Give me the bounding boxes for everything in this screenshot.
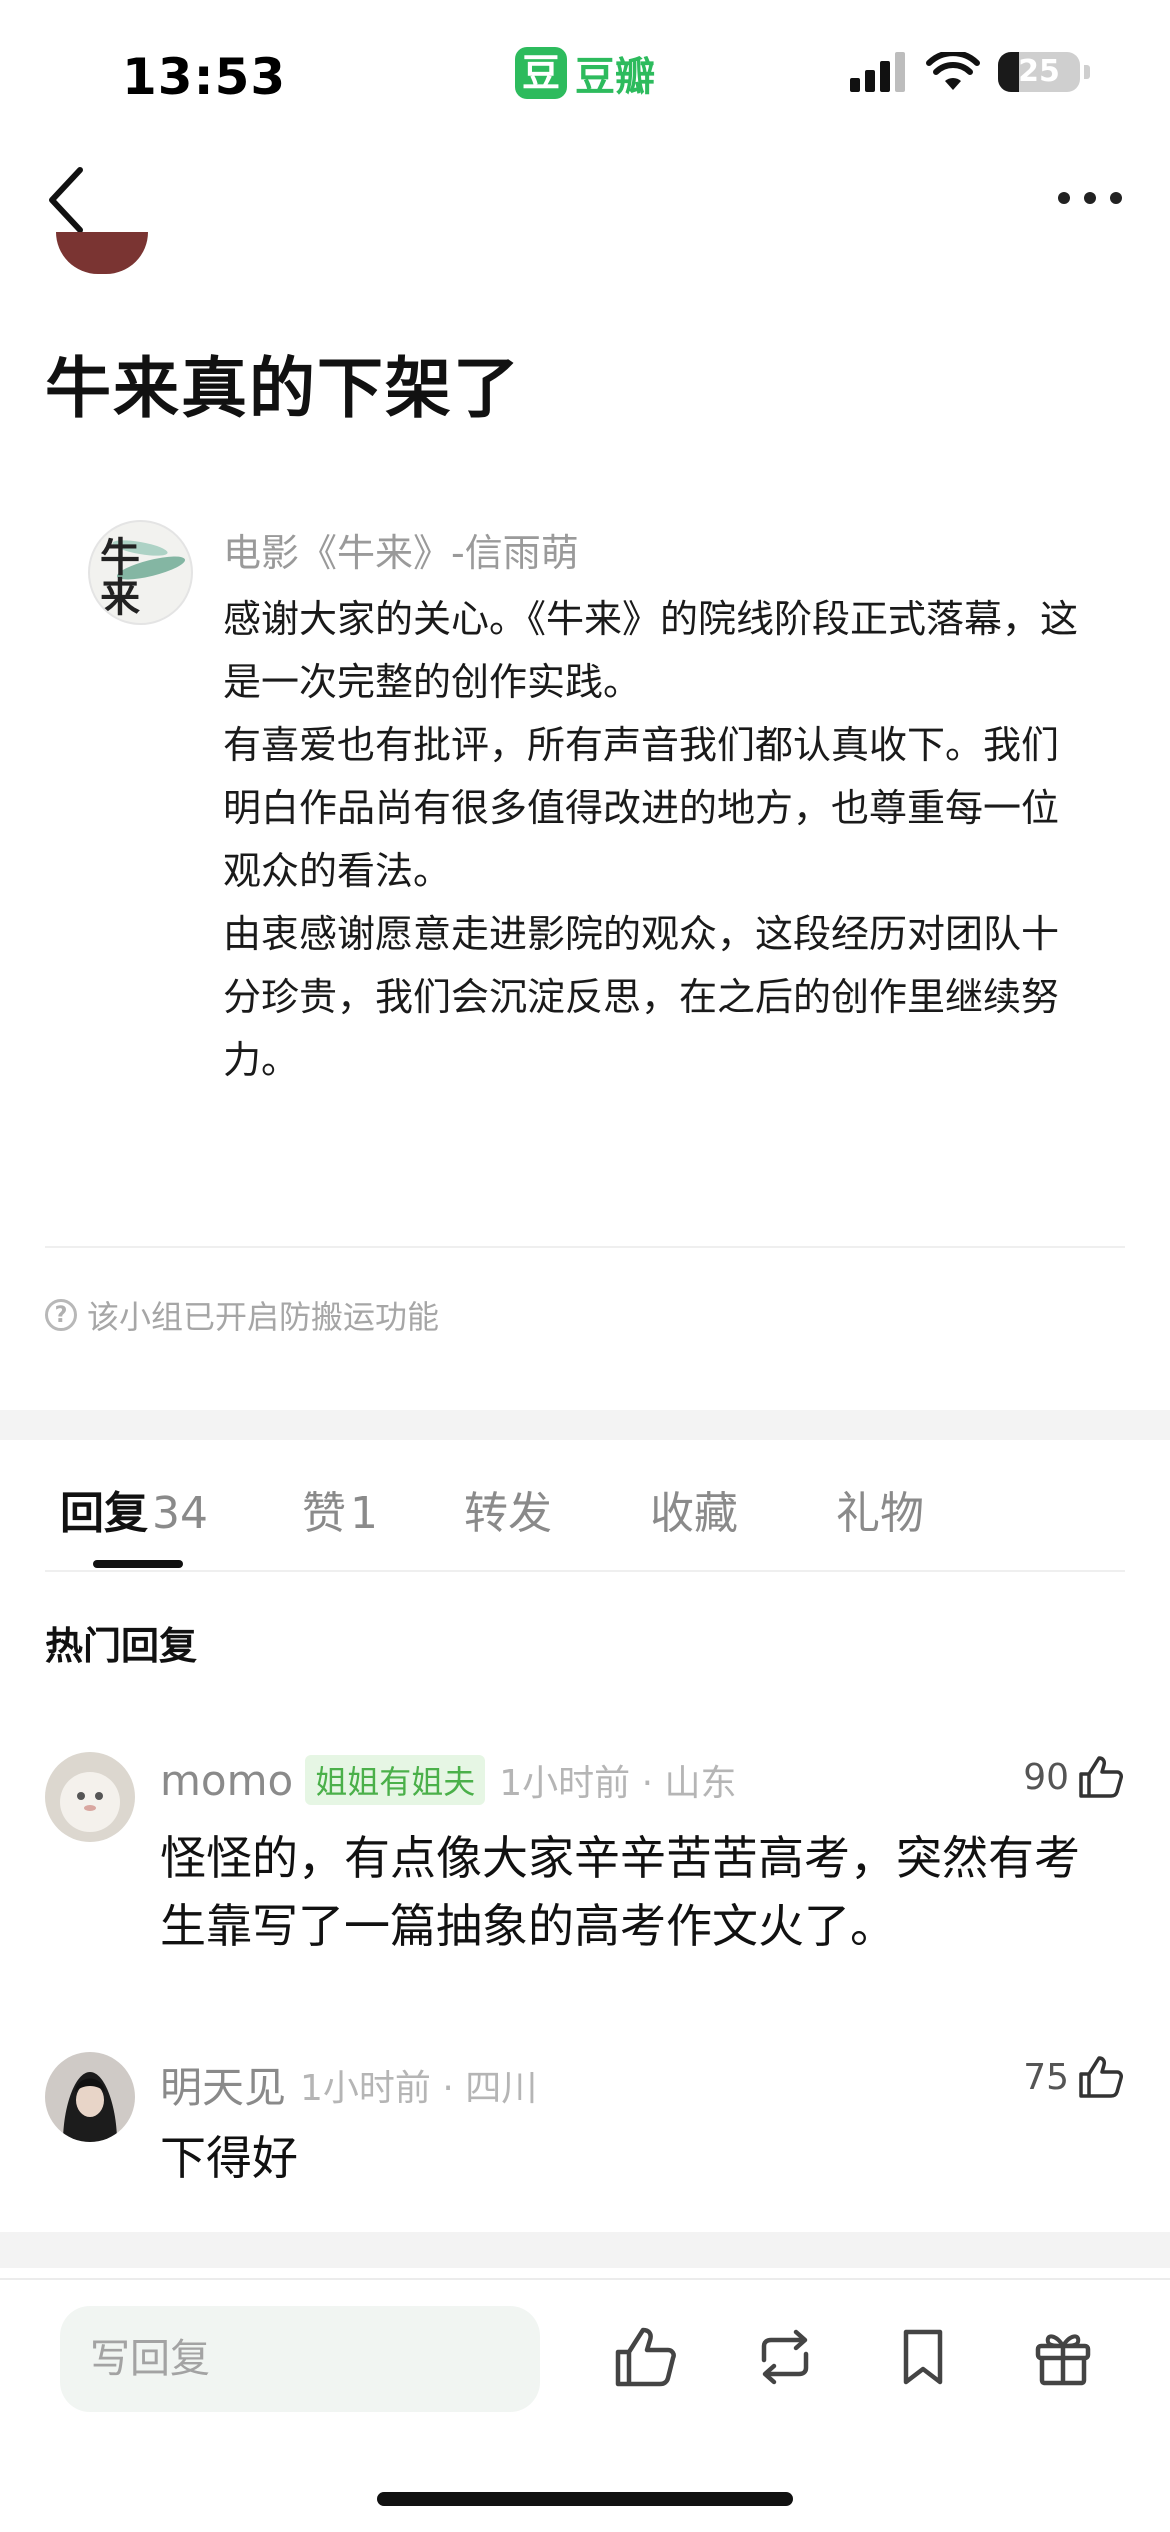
wifi-icon [926,52,980,90]
cellular-signal-icon [850,52,905,92]
quote-paragraph: 感谢大家的关心。《牛来》的院线阶段正式落幕，这是一次完整的创作实践。 [223,597,1079,704]
commenter-avatar[interactable] [45,1752,135,1842]
section-divider [0,1410,1170,1440]
divider [45,1570,1125,1572]
comment-meta: 1小时前 · 山东 [499,1763,737,1804]
comment-item: momo 姐姐有姐夫 1小时前 · 山东 90 怪怪的，有点像大家辛辛苦苦高考，… [45,1752,1125,1962]
avatar-image [45,1752,135,1842]
thumbs-up-icon [1079,1756,1123,1798]
quote-avatar[interactable]: 牛来 [88,520,193,625]
thumbs-up-icon[interactable] [610,2322,680,2392]
tab-replies[interactable]: 回复34 [60,1477,208,1541]
tab-label: 转发 [464,1488,552,1539]
quote-author-name[interactable]: 电影《牛来》-信雨萌 [223,522,579,577]
tab-likes[interactable]: 赞1 [302,1477,378,1541]
comment-text: 怪怪的，有点像大家辛辛苦苦高考，突然有考生靠写了一篇抽象的高考作文火了。 [160,1831,1080,1953]
notice-text: 该小组已开启防搬运功能 [87,1298,440,1336]
status-app-name: 豆瓣 [575,54,655,100]
commenter-badge: 姐姐有姐夫 [305,1755,486,1805]
tab-reposts[interactable]: 转发 [464,1477,552,1541]
more-dot [1084,192,1096,204]
avatar-image [45,2052,135,2142]
comment-meta: 1小时前 · 四川 [300,2067,538,2109]
tab-label: 回复 [60,1488,148,1539]
battery-cap [1084,65,1090,79]
bookmark-icon[interactable] [888,2322,958,2392]
comment-header: momo 姐姐有姐夫 1小时前 · 山东 [160,1754,736,1806]
tab-active-indicator [93,1560,183,1568]
tab-count: 34 [152,1488,208,1539]
status-app-indicator: 豆 豆瓣 [515,44,655,102]
hot-replies-title: 热门回复 [45,1624,198,1668]
comment-header: 明天见 1小时前 · 四川 [160,2054,537,2115]
divider [45,1246,1125,1248]
battery-level: 25 [1018,54,1060,89]
more-dot [1110,192,1122,204]
battery-icon: 25 [998,52,1080,92]
more-dots-icon [1058,192,1070,204]
status-time: 13:53 [122,48,287,106]
quote-text: 感谢大家的关心。《牛来》的院线阶段正式落幕，这是一次完整的创作实践。 有喜爱也有… [223,588,1088,1092]
author-avatar[interactable] [56,232,148,274]
post-title: 牛来真的下架了 [45,350,521,427]
tab-count: 1 [350,1488,378,1539]
chevron-left-icon [49,167,83,233]
section-divider [0,2232,1170,2268]
tab-collections[interactable]: 收藏 [650,1477,738,1541]
tab-label: 礼物 [836,1488,924,1539]
comment-like-button[interactable]: 75 [1023,2052,1125,2102]
tab-label: 赞 [302,1488,346,1539]
avatar-glyph: 牛来 [100,534,140,621]
tab-label: 收藏 [650,1488,738,1539]
quote-paragraph: 有喜爱也有批评，所有声音我们都认真收下。我们明白作品尚有很多值得改进的地方，也尊… [223,723,1060,893]
gift-icon[interactable] [1028,2322,1098,2392]
reply-input[interactable] [60,2306,540,2412]
reaction-tabs: 回复34 赞1 转发 收藏 礼物 [0,1465,1170,1570]
question-circle-icon: ? [45,1299,77,1331]
commenter-name[interactable]: momo [160,1756,293,1805]
comment-like-button[interactable]: 90 [1023,1752,1125,1802]
anti-repost-notice: ? 该小组已开启防搬运功能 [45,1292,439,1338]
commenter-avatar[interactable] [45,2052,135,2142]
thumbs-up-icon [1079,2056,1123,2098]
repost-icon[interactable] [750,2322,820,2392]
comment-like-count: 90 [1023,1756,1069,1798]
status-icons: 25 [850,52,1090,92]
comment-item: 明天见 1小时前 · 四川 75 下得好 [45,2052,1125,2185]
comment-text: 下得好 [160,2131,298,2185]
comment-like-count: 75 [1023,2056,1069,2098]
more-options-button[interactable] [1050,168,1130,228]
commenter-name[interactable]: 明天见 [160,2054,286,2115]
quote-paragraph: 由衷感谢愿意走进影院的观众，这段经历对团队十分珍贵，我们会沉淀反思，在之后的创作… [223,912,1060,1082]
tab-gifts[interactable]: 礼物 [836,1477,924,1541]
douban-logo-icon: 豆 [515,47,567,99]
home-indicator [377,2492,793,2506]
status-bar: 13:53 豆 豆瓣 25 [0,0,1170,140]
back-button[interactable] [40,158,100,242]
nav-bar [0,150,1170,250]
